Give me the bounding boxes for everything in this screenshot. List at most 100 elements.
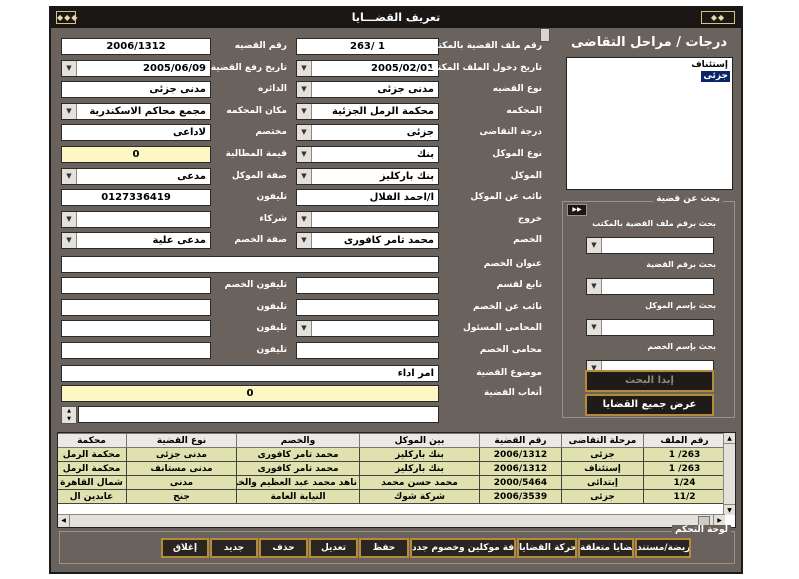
search-field-1[interactable]: ▼ bbox=[586, 237, 714, 254]
field-6-right[interactable]: ▼ بنك bbox=[296, 146, 439, 163]
stages-listbox[interactable]: إستئناف جزئى bbox=[566, 57, 733, 190]
table-cell[interactable]: النيابة العامة bbox=[236, 489, 360, 504]
table-vertical-scrollbar[interactable]: ▲ ▼ bbox=[723, 433, 735, 515]
scroll-up-icon[interactable]: ▲ bbox=[724, 433, 735, 444]
table-cell[interactable]: جزئى bbox=[561, 489, 644, 504]
search-field-3[interactable]: ▼ bbox=[586, 319, 714, 336]
table-cell[interactable]: مدنى مستانف bbox=[126, 461, 237, 476]
table-cell[interactable]: ناهد محمد عبد العظيم والخريز bbox=[236, 475, 360, 490]
field-1-right[interactable]: 263/ 1 bbox=[296, 38, 439, 55]
spinner-up-icon[interactable]: ▲ bbox=[62, 407, 76, 415]
table-row[interactable]: 263/ 1 إستئناف 2006/1312 بنك باركليز محمد تا… bbox=[58, 461, 726, 476]
table-cell[interactable]: محمد تامر كافورى bbox=[236, 447, 360, 462]
field-8-left[interactable]: 0127336419 bbox=[61, 189, 211, 207]
control-button-5[interactable]: حفظ bbox=[359, 538, 409, 558]
dropdown-arrow-icon[interactable]: ▼ bbox=[297, 103, 312, 119]
table-cell[interactable]: محكمة الرمل bbox=[58, 461, 127, 476]
column-header-4[interactable]: بين الموكل bbox=[359, 433, 480, 448]
control-button-2[interactable]: قضايا متعلقة bbox=[578, 538, 634, 558]
table-cell[interactable]: 2006/1312 bbox=[479, 461, 562, 476]
dropdown-arrow-icon[interactable]: ▼ bbox=[297, 321, 312, 337]
field-2-right[interactable]: ▼ 2005/02/01 bbox=[296, 59, 439, 77]
field2-2-left[interactable] bbox=[61, 298, 211, 316]
dropdown-arrow-icon[interactable]: ▼ bbox=[297, 233, 312, 249]
table-cell[interactable]: 2006/3539 bbox=[479, 489, 562, 504]
table-cell[interactable]: إستئناف bbox=[561, 461, 644, 476]
control-button-8[interactable]: جديد bbox=[210, 538, 258, 558]
table-cell[interactable]: 263/ 1 bbox=[643, 447, 726, 462]
table-cell[interactable]: بنك باركليز bbox=[359, 447, 480, 462]
field-8-right[interactable]: ا/احمد الفلال bbox=[296, 189, 439, 207]
table-cell[interactable]: شركة شوك bbox=[359, 489, 480, 504]
dropdown-arrow-icon[interactable]: ▼ bbox=[587, 279, 602, 294]
field-4-right[interactable]: ▼ محكمة الرمل الجزئية bbox=[296, 102, 439, 120]
dropdown-arrow-icon[interactable]: ▼ bbox=[297, 125, 312, 141]
column-header-1[interactable]: رقم الملف bbox=[643, 433, 726, 448]
control-button-3[interactable]: حركة القضايا bbox=[517, 538, 577, 558]
case-subject-field[interactable]: امر اداء bbox=[61, 365, 439, 382]
dropdown-arrow-icon[interactable]: ▼ bbox=[62, 103, 77, 119]
field-10-right[interactable]: ▼ محمد تامر كافورى bbox=[296, 232, 439, 250]
field-5-left[interactable]: لاداعى bbox=[61, 124, 211, 142]
control-button-7[interactable]: حذف bbox=[259, 538, 308, 558]
table-cell[interactable]: 2006/1312 bbox=[479, 447, 562, 462]
dropdown-arrow-icon[interactable]: ▼ bbox=[62, 211, 77, 227]
form-scroll-handle[interactable] bbox=[540, 28, 550, 42]
dropdown-arrow-icon[interactable]: ▼ bbox=[297, 60, 312, 76]
table-cell[interactable]: 11/2 bbox=[643, 489, 726, 504]
dropdown-arrow-icon[interactable]: ▼ bbox=[587, 320, 602, 335]
field-7-right[interactable]: ▼ بنك باركليز bbox=[296, 167, 439, 185]
field-9-left[interactable]: ▼ bbox=[61, 210, 211, 228]
control-button-6[interactable]: تعديل bbox=[309, 538, 358, 558]
field2-2-right[interactable] bbox=[296, 298, 439, 316]
table-cell[interactable]: عابدين ال bbox=[58, 489, 127, 504]
field-7-left[interactable]: ▼ مدعى bbox=[61, 167, 211, 185]
notes-field[interactable] bbox=[78, 406, 439, 423]
show-all-cases-button[interactable]: عرض جميع القضايا bbox=[585, 394, 714, 416]
field-1-left[interactable]: 2006/1312 bbox=[61, 38, 211, 55]
table-cell[interactable]: مدنى جزئى bbox=[126, 447, 237, 462]
table-row[interactable]: 263/ 1 جزئى 2006/1312 بنك باركليز محمد تامر … bbox=[58, 447, 726, 462]
scroll-left-icon[interactable]: ◀ bbox=[58, 515, 70, 527]
spinner-down-icon[interactable]: ▼ bbox=[62, 415, 76, 423]
dropdown-arrow-icon[interactable]: ▼ bbox=[297, 82, 312, 98]
table-cell[interactable]: محمد تامر كافورى bbox=[236, 461, 360, 476]
expand-toggle-button[interactable]: ▶▶ bbox=[567, 204, 587, 216]
table-row[interactable]: 1/24 إبتدائى 2000/5464 محمد حسن محمد ناهد مح… bbox=[58, 475, 726, 490]
column-header-3[interactable]: رقم القضية bbox=[479, 433, 562, 448]
field2-3-right[interactable]: ▼ bbox=[296, 320, 439, 338]
notes-spinner[interactable]: ▲ ▼ bbox=[61, 406, 77, 424]
field2-4-left[interactable] bbox=[61, 341, 211, 359]
field-9-right[interactable]: ▼ bbox=[296, 210, 439, 228]
table-cell[interactable]: 1/24 bbox=[643, 475, 726, 490]
field-6-left[interactable]: 0 bbox=[61, 146, 211, 163]
control-button-4[interactable]: إضافة موكلين وخصوم جدد bbox=[410, 538, 516, 558]
table-cell[interactable]: 263/ 1 bbox=[643, 461, 726, 476]
field-5-right[interactable]: ▼ جزئى bbox=[296, 124, 439, 142]
column-header-2[interactable]: مرحلة التقاضى bbox=[561, 433, 644, 448]
dropdown-arrow-icon[interactable]: ▼ bbox=[297, 168, 312, 184]
control-button-1[interactable]: عريضة/مستند bbox=[635, 538, 691, 558]
field-3-right[interactable]: ▼ مدنى جزئى bbox=[296, 81, 439, 99]
dropdown-arrow-icon[interactable]: ▼ bbox=[297, 211, 312, 227]
table-cell[interactable]: مدنى bbox=[126, 475, 237, 490]
stage-item-1[interactable]: إستئناف bbox=[689, 60, 730, 71]
field2-3-left[interactable] bbox=[61, 320, 211, 338]
field2-4-right[interactable] bbox=[296, 341, 439, 359]
dropdown-arrow-icon[interactable]: ▼ bbox=[62, 233, 77, 249]
table-cell[interactable]: 2000/5464 bbox=[479, 475, 562, 490]
scroll-down-icon[interactable]: ▼ bbox=[724, 504, 735, 515]
stage-item-2[interactable]: جزئى bbox=[701, 71, 730, 82]
field2-1-left[interactable] bbox=[61, 277, 211, 294]
table-cell[interactable]: إبتدائى bbox=[561, 475, 644, 490]
column-header-6[interactable]: نوع القضية bbox=[126, 433, 237, 448]
field-10-left[interactable]: ▼ مدعى علية bbox=[61, 232, 211, 250]
dropdown-arrow-icon[interactable]: ▼ bbox=[62, 60, 77, 76]
table-cell[interactable]: محمد حسن محمد bbox=[359, 475, 480, 490]
table-cell[interactable]: شمال القاهرة bbox=[58, 475, 127, 490]
case-fees-field[interactable]: 0 bbox=[61, 385, 439, 402]
table-cell[interactable]: محكمة الرمل bbox=[58, 447, 127, 462]
dropdown-arrow-icon[interactable]: ▼ bbox=[587, 238, 602, 253]
column-header-7[interactable]: محكمة bbox=[58, 433, 127, 448]
table-cell[interactable]: جزئى bbox=[561, 447, 644, 462]
